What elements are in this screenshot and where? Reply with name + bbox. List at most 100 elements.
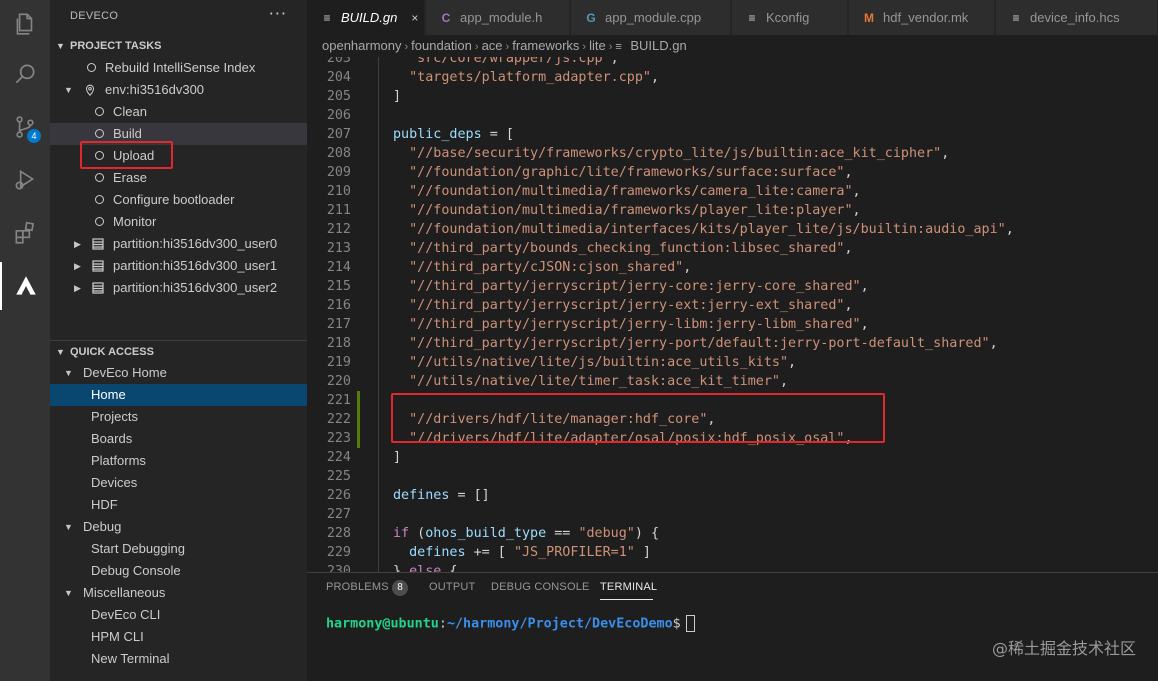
active-tab-underline [600,599,653,600]
modified-line-marker [357,391,360,410]
code-text: "//third_party/jerryscript/jerry-core:je… [409,279,869,294]
code-line[interactable]: 209 "//foundation/graphic/lite/framework… [307,163,1158,182]
task-configure-bootloader[interactable]: Configure bootloader [50,189,307,211]
tab-build-gn[interactable]: ≡ BUILD.gn × [307,0,425,35]
task-rebuild-intellisense[interactable]: Rebuild IntelliSense Index [50,57,307,79]
group-debug[interactable]: ▼ Debug [50,516,307,538]
group-miscellaneous[interactable]: ▼ Miscellaneous [50,582,307,604]
quick-projects[interactable]: Projects [50,406,307,428]
quick-hdf[interactable]: HDF [50,494,307,516]
quick-debug-console[interactable]: Debug Console [50,560,307,582]
code-line[interactable]: 217 "//third_party/jerryscript/jerry-lib… [307,315,1158,334]
file-lines-icon: ≡ [1012,10,1020,25]
panel-tab-debug-console[interactable]: DEBUG CONSOLE [491,581,590,593]
code-line[interactable]: 215 "//third_party/jerryscript/jerry-cor… [307,277,1158,296]
code-editor[interactable]: 203 "src/core/wrapper/js.cpp", 204 "targe… [307,57,1158,572]
task-circle-icon [95,107,104,116]
line-number: 218 [326,336,351,351]
chip-icon [92,238,104,250]
env-hi3516dv300[interactable]: ▼ env:hi3516dv300 [50,79,307,101]
code-line[interactable]: 219 "//utils/native/lite/js/builtin:ace_… [307,353,1158,372]
code-line[interactable]: 210 "//foundation/multimedia/frameworks/… [307,182,1158,201]
code-line[interactable]: 230} else { [307,562,1158,572]
tab-device-info-hcs[interactable]: ≡ device_info.hcs [996,0,1158,35]
breadcrumb-item[interactable]: openharmony [322,38,402,53]
code-text: "//third_party/jerryscript/jerry-libm:je… [409,317,869,332]
code-line[interactable]: 226 defines = [] [307,486,1158,505]
chevron-right-icon: ▶ [74,239,81,249]
code-line[interactable]: 211 "//foundation/multimedia/frameworks/… [307,201,1158,220]
code-line[interactable]: 220 "//utils/native/lite/timer_task:ace_… [307,372,1158,391]
code-line[interactable]: 227 [307,505,1158,524]
more-actions-icon[interactable]: ··· [269,4,287,23]
code-line[interactable]: 203 "src/core/wrapper/js.cpp", [307,57,1158,68]
code-line[interactable]: 207 public_deps = [ [307,125,1158,144]
hdf-deps-highlight-box [391,393,885,443]
task-circle-icon [95,173,104,182]
tab-kconfig[interactable]: ≡ Kconfig [732,0,848,35]
deveco-icon[interactable] [0,262,50,310]
chevron-right-icon: ▶ [74,283,81,293]
breadcrumb-item[interactable]: ace [482,38,503,53]
chevron-down-icon: ▼ [56,41,65,51]
code-line[interactable]: 218 "//third_party/jerryscript/jerry-por… [307,334,1158,353]
partition-user1[interactable]: ▶ partition:hi3516dv300_user1 [50,255,307,277]
project-tasks-header[interactable]: ▼ PROJECT TASKS [50,35,307,57]
task-clean[interactable]: Clean [50,101,307,123]
code-line[interactable]: 229 defines += [ "JS_PROFILER=1" ] [307,543,1158,562]
tab-app-module-h[interactable]: C app_module.h [426,0,570,35]
code-line[interactable]: 208 "//base/security/frameworks/crypto_l… [307,144,1158,163]
location-pin-icon [85,84,95,97]
tab-app-module-cpp[interactable]: G app_module.cpp [571,0,731,35]
source-control-icon[interactable]: 4 [0,103,50,151]
close-icon[interactable]: × [411,11,418,25]
panel-tab-problems[interactable]: PROBLEMS [326,581,389,593]
task-monitor[interactable]: Monitor [50,211,307,233]
code-line[interactable]: 206 [307,106,1158,125]
partition-user0[interactable]: ▶ partition:hi3516dv300_user0 [50,233,307,255]
code-line[interactable]: 225 [307,467,1158,486]
line-number: 222 [326,412,351,427]
quick-deveco-cli[interactable]: DevEco CLI [50,604,307,626]
quick-platforms[interactable]: Platforms [50,450,307,472]
files-icon[interactable] [0,0,50,48]
terminal-prompt[interactable]: harmony@ubuntu:~/harmony/Project/DevEcoD… [326,615,695,632]
quick-start-debugging[interactable]: Start Debugging [50,538,307,560]
quick-home[interactable]: Home [50,384,307,406]
quick-access-header[interactable]: ▼ QUICK ACCESS [50,341,307,363]
line-number: 226 [326,488,351,503]
search-icon[interactable] [0,50,50,98]
panel-tab-output[interactable]: OUTPUT [429,581,475,593]
code-line[interactable]: 213 "//third_party/bounds_checking_funct… [307,239,1158,258]
extensions-icon[interactable] [0,209,50,257]
code-line[interactable]: 212 "//foundation/multimedia/interfaces/… [307,220,1158,239]
code-line[interactable]: 204 "targets/platform_adapter.cpp", [307,68,1158,87]
breadcrumb-item[interactable]: lite [589,38,606,53]
breadcrumb-item[interactable]: foundation [411,38,472,53]
group-deveco-home[interactable]: ▼ DevEco Home [50,362,307,384]
run-debug-icon[interactable] [0,155,50,203]
tab-hdf-vendor-mk[interactable]: M hdf_vendor.mk [849,0,995,35]
quick-new-terminal[interactable]: New Terminal [50,648,307,670]
code-line[interactable]: 216 "//third_party/jerryscript/jerry-ext… [307,296,1158,315]
code-line[interactable]: 224] [307,448,1158,467]
chevron-down-icon: ▼ [64,85,73,95]
quick-hpm-cli[interactable]: HPM CLI [50,626,307,648]
panel-tab-terminal[interactable]: TERMINAL [600,581,657,593]
breadcrumb-item[interactable]: frameworks [512,38,579,53]
breadcrumb-item[interactable]: BUILD.gn [630,38,686,53]
chevron-right-icon: › [505,41,510,53]
code-line[interactable]: 228 if (ohos_build_type == "debug") { [307,524,1158,543]
code-text: "src/core/wrapper/js.cpp", [409,57,619,66]
code-line[interactable]: 214 "//third_party/cJSON:cjson_shared", [307,258,1158,277]
task-erase[interactable]: Erase [50,167,307,189]
modified-line-marker [357,429,360,448]
quick-boards[interactable]: Boards [50,428,307,450]
code-text: "//third_party/cJSON:cjson_shared", [409,260,692,275]
partition-user2[interactable]: ▶ partition:hi3516dv300_user2 [50,277,307,299]
line-number: 212 [326,222,351,237]
code-line[interactable]: 205] [307,87,1158,106]
code-text: "//foundation/multimedia/interfaces/kits… [409,222,1014,237]
quick-devices[interactable]: Devices [50,472,307,494]
modified-line-marker [357,410,360,429]
